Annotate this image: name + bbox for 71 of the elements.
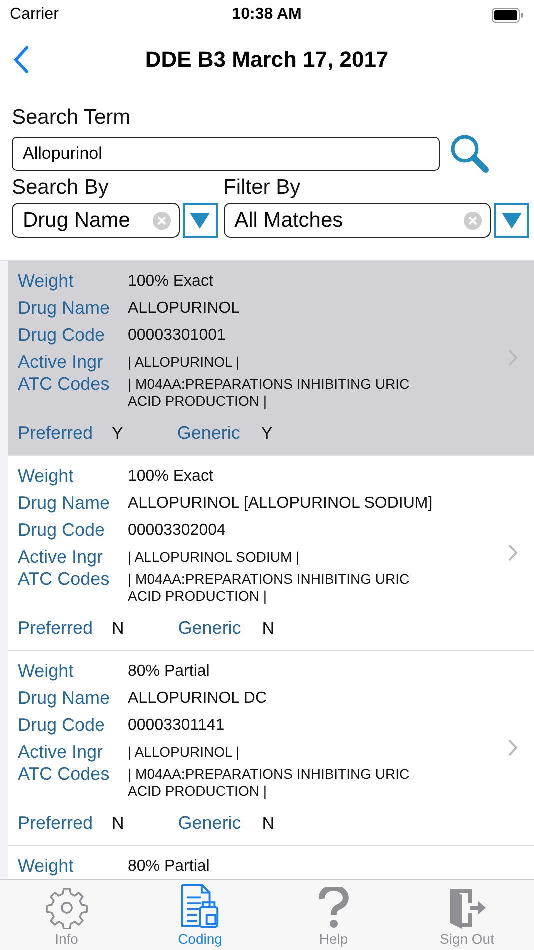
field-value: N	[112, 618, 124, 638]
field-value: 00003301141	[128, 716, 225, 735]
field-label: Active Ingr	[18, 547, 104, 568]
battery-icon	[492, 8, 524, 22]
field-label: Weight	[18, 856, 75, 877]
field-value: N	[262, 618, 275, 638]
field-label: Preferred	[18, 618, 94, 639]
chevron-icon	[508, 739, 518, 757]
field-value: Y	[112, 424, 124, 444]
field-value: | ALLOPURINOL SODIUM |	[128, 548, 300, 565]
field-value: Y	[261, 424, 273, 444]
search-icon[interactable]	[450, 134, 490, 174]
field-label: ATC Codes	[18, 374, 111, 395]
field-label: Active Ingr	[18, 742, 104, 763]
field-label: Weight	[18, 661, 75, 682]
result-row[interactable]: Weight 100% Exact Drug Name ALLOPURINOL Drug Code 00003301001 Active Ingr | ALLOPURINOL | ATC Codes | M04AA:PREPARATIONS INHIBITING URIC ACID PRODUCTION | Preferred Y Generic Y	[8, 261, 534, 456]
field-label: Preferred	[18, 813, 94, 834]
field-label: ATC Codes	[18, 569, 111, 590]
field-value: | M04AA:PREPARATIONS INHIBITING URIC ACID PRODUCTION |	[128, 765, 411, 800]
search-field[interactable]: Allopurinol	[12, 137, 440, 171]
question-icon	[318, 887, 349, 929]
field-label: Drug Code	[18, 325, 106, 346]
triangle-icon	[190, 212, 210, 228]
document-icon	[179, 884, 222, 929]
field-value: N	[262, 814, 275, 834]
carrier-name: Carrier	[10, 6, 59, 24]
field-label: Generic	[178, 813, 242, 834]
field-value: 100% Exact	[128, 272, 214, 291]
result-row[interactable]	[8, 456, 534, 651]
field-value: | M04AA:PREPARATIONS INHIBITING URIC ACID PRODUCTION |	[128, 570, 411, 605]
field-label: Filter By	[224, 176, 302, 200]
dropdown-button[interactable]	[182, 203, 218, 238]
field-label: Weight	[18, 466, 75, 487]
field-value: ALLOPURINOL [ALLOPURINOL SODIUM]	[128, 494, 433, 513]
field-label: Generic	[178, 618, 242, 639]
field-label: Weight	[18, 271, 75, 292]
field-label: Drug Code	[18, 715, 106, 736]
field-label: Drug Name	[18, 688, 112, 709]
back-icon[interactable]	[13, 46, 29, 74]
field-label: Active Ingr	[18, 352, 104, 373]
field-label: Search By	[12, 176, 110, 200]
field-value: | ALLOPURINOL |	[128, 353, 240, 370]
field-label: ATC Codes	[18, 764, 111, 785]
chevron-icon	[508, 349, 518, 367]
field-value: 80% Partial	[128, 662, 210, 681]
field-label: Preferred	[18, 423, 94, 444]
result-row[interactable]: Weight 80% Partial Drug Name ALLOPURINOL DC Drug Code 00003301141 Active Ingr | ALLOPURINOL | ATC Codes | M04AA:PREPARATIONS INHIBITING URIC ACID PRODUCTION | Preferred N Generic N	[8, 651, 534, 846]
field-label: Search Term	[12, 106, 132, 130]
field-value: ALLOPURINOL DC	[128, 689, 267, 708]
field-value: | M04AA:PREPARATIONS INHIBITING URIC ACID PRODUCTION |	[128, 375, 411, 410]
field-value: N	[112, 814, 124, 834]
status-time: 10:38 AM	[232, 6, 302, 24]
field-value: ALLOPURINOL	[128, 299, 240, 318]
filter-by-field[interactable]: All Matches	[224, 203, 491, 238]
field-value: 00003301001	[128, 326, 226, 345]
field-label: Generic	[177, 423, 242, 444]
field-value: | ALLOPURINOL |	[128, 743, 240, 760]
tab-item[interactable]: Coding	[134, 880, 267, 950]
field-value: 80% Partial	[128, 857, 210, 876]
gear-icon	[46, 887, 88, 929]
dropdown-button[interactable]	[494, 203, 529, 238]
field-value: 100% Exact	[128, 467, 214, 486]
field-label: Drug Name	[18, 298, 112, 319]
field-label: Drug Name	[18, 493, 112, 514]
triangle-icon	[502, 212, 522, 228]
screen-title: DDE B3 March 17, 2017	[145, 47, 389, 73]
chevron-icon	[508, 544, 518, 562]
field-value: 00003302004	[128, 521, 226, 540]
field-label: Drug Code	[18, 520, 106, 541]
result-row[interactable]: Weight 80% Partial	[8, 846, 534, 879]
search-by-field[interactable]: Drug Name	[12, 203, 180, 238]
